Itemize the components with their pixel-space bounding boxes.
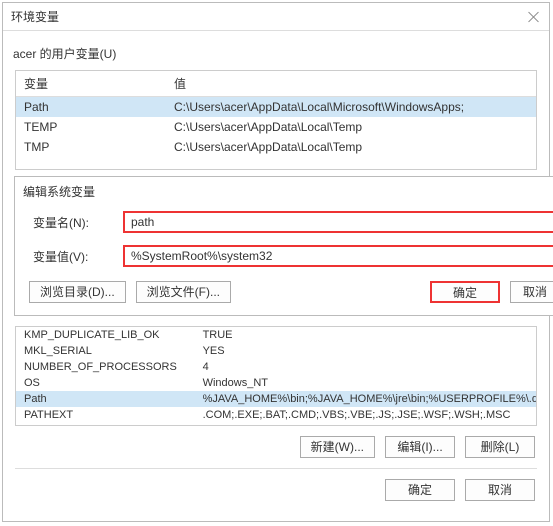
env-titlebar: 环境变量 — [3, 3, 549, 31]
table-row[interactable]: TMPC:\Users\acer\AppData\Local\Temp — [16, 137, 536, 157]
table-row[interactable]: MKL_SERIALYES — [16, 343, 537, 359]
value-label: 变量值(V): — [33, 248, 113, 265]
table-row[interactable]: PROCESSOR_ARCHITECTUREAMD64 — [16, 423, 537, 426]
table-row[interactable]: PathC:\Users\acer\AppData\Local\Microsof… — [16, 97, 536, 118]
edit-button[interactable]: 编辑(I)... — [385, 436, 455, 458]
cancel-button[interactable]: 取消 — [465, 479, 535, 501]
name-row: 变量名(N): — [15, 205, 553, 239]
edit-title: 编辑系统变量 — [23, 183, 95, 200]
var-value-input[interactable] — [123, 245, 553, 267]
table-row[interactable]: PATHEXT.COM;.EXE;.BAT;.CMD;.VBS;.VBE;.JS… — [16, 407, 537, 423]
user-vars-label: acer 的用户变量(U) — [3, 31, 549, 66]
table-row[interactable]: OSWindows_NT — [16, 375, 537, 391]
col-header-var[interactable]: 变量 — [16, 71, 166, 97]
cancel-button[interactable]: 取消 — [510, 281, 553, 303]
table-row[interactable]: NUMBER_OF_PROCESSORS4 — [16, 359, 537, 375]
table-row[interactable]: KMP_DUPLICATE_LIB_OKTRUE — [16, 327, 537, 343]
var-name-input[interactable] — [123, 211, 553, 233]
value-row: 变量值(V): — [15, 239, 553, 273]
system-vars-table[interactable]: KMP_DUPLICATE_LIB_OKTRUE MKL_SERIALYES N… — [15, 326, 537, 426]
edit-var-window: 编辑系统变量 变量名(N): 变量值(V): 浏览目录(D)... 浏览文件(F… — [14, 176, 553, 316]
sys-vars-buttons: 新建(W)... 编辑(I)... 删除(L) — [3, 430, 549, 464]
col-header-val[interactable]: 值 — [166, 71, 536, 97]
close-icon[interactable] — [527, 10, 541, 24]
new-button[interactable]: 新建(W)... — [300, 436, 375, 458]
ok-button[interactable]: 确定 — [430, 281, 500, 303]
dialog-buttons: 确定 取消 — [3, 473, 549, 507]
table-row[interactable]: TEMPC:\Users\acer\AppData\Local\Temp — [16, 117, 536, 137]
user-vars-table[interactable]: 变量 值 PathC:\Users\acer\AppData\Local\Mic… — [15, 70, 537, 170]
browse-dir-button[interactable]: 浏览目录(D)... — [29, 281, 126, 303]
table-row[interactable]: Path%JAVA_HOME%\bin;%JAVA_HOME%\jre\bin;… — [16, 391, 537, 407]
browse-file-button[interactable]: 浏览文件(F)... — [136, 281, 231, 303]
env-title: 环境变量 — [11, 8, 59, 25]
name-label: 变量名(N): — [33, 214, 113, 231]
ok-button[interactable]: 确定 — [385, 479, 455, 501]
edit-buttons: 浏览目录(D)... 浏览文件(F)... 确定 取消 — [15, 273, 553, 311]
delete-button[interactable]: 删除(L) — [465, 436, 535, 458]
edit-titlebar: 编辑系统变量 — [15, 177, 553, 205]
